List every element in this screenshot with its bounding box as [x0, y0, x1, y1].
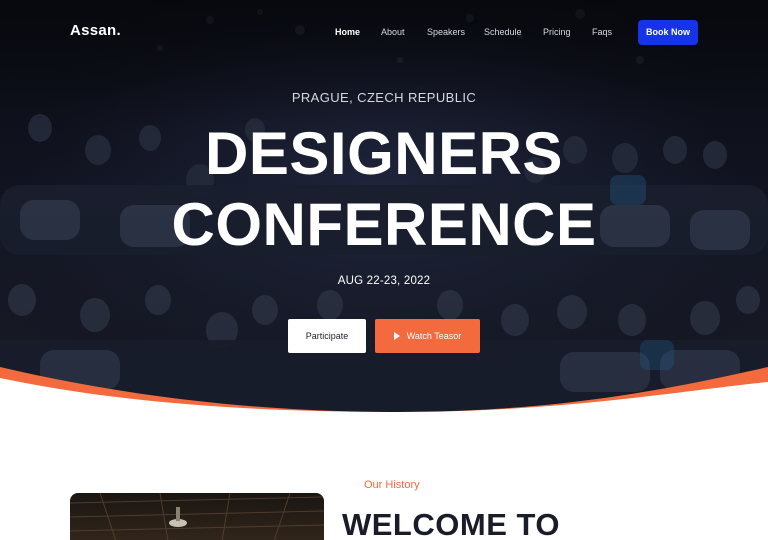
nav-item-faqs[interactable]: Faqs	[592, 26, 612, 38]
event-location: PRAGUE, CZECH REPUBLIC	[291, 90, 477, 105]
hero-title-line2: CONFERENCE	[171, 191, 597, 258]
play-icon	[393, 332, 400, 340]
participate-button[interactable]: Participate	[288, 319, 366, 353]
welcome-heading: WELCOME TO	[342, 507, 560, 540]
book-now-button[interactable]: Book Now	[638, 20, 698, 45]
nav-item-pricing[interactable]: Pricing	[543, 26, 571, 38]
history-eyebrow: Our History	[364, 479, 420, 491]
history-photo	[70, 493, 324, 540]
watch-teasor-label: Watch Teasor	[406, 331, 462, 341]
watch-teasor-button[interactable]: Watch Teasor	[375, 319, 480, 353]
event-date: AUG 22-23, 2022	[337, 275, 431, 287]
nav-item-about[interactable]: About	[381, 26, 405, 38]
hero-title-line1: DESIGNERS	[205, 120, 563, 187]
hero-section: Assan. Home About Speakers Schedule Pric…	[0, 0, 768, 412]
hero-wave-divider	[0, 367, 768, 415]
nav-item-home[interactable]: Home	[335, 26, 360, 38]
venue-ceiling-image	[70, 493, 324, 540]
nav-item-speakers[interactable]: Speakers	[427, 26, 465, 38]
nav-item-schedule[interactable]: Schedule	[484, 26, 522, 38]
